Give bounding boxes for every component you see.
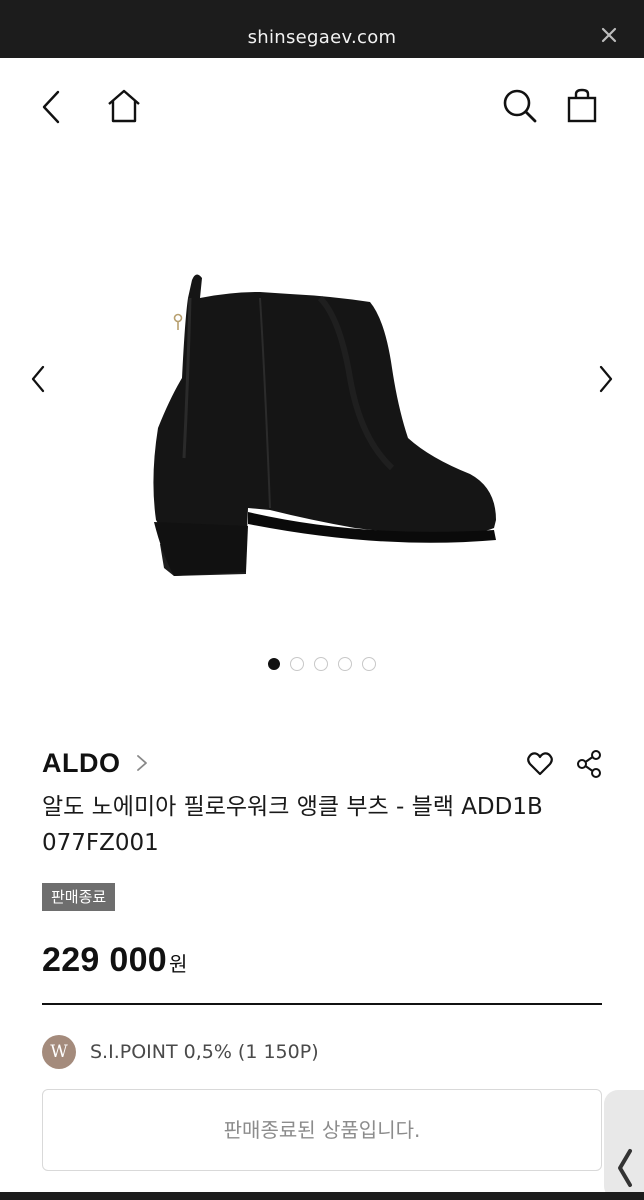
product-image-carousel[interactable] xyxy=(0,158,644,698)
status-badge: 판매종료 xyxy=(42,883,116,911)
carousel-dot[interactable] xyxy=(268,658,280,670)
shopping-bag-icon[interactable] xyxy=(566,88,598,124)
bottom-bar xyxy=(0,1192,644,1200)
search-icon[interactable] xyxy=(502,88,538,124)
brand-link[interactable]: ALDO xyxy=(42,743,149,783)
prev-image-arrow[interactable] xyxy=(28,363,48,395)
divider xyxy=(42,1003,602,1005)
close-icon[interactable] xyxy=(600,26,618,44)
carousel-dot[interactable] xyxy=(338,657,352,671)
brand-name[interactable]: ALDO xyxy=(42,748,121,779)
price: 229 000 원 xyxy=(42,941,187,980)
product-image[interactable] xyxy=(130,258,510,588)
top-navigation xyxy=(0,58,644,158)
share-icon[interactable] xyxy=(576,749,602,779)
next-image-arrow[interactable] xyxy=(596,363,616,395)
price-amount: 229 000 xyxy=(42,941,168,979)
edge-panel-handle[interactable] xyxy=(604,1090,644,1200)
browser-address-bar: shinsegaev.com xyxy=(0,0,644,58)
points-info: W S.I.POINT 0,5% (1 150P) xyxy=(42,1035,319,1069)
points-logo: W xyxy=(42,1035,76,1069)
carousel-pagination xyxy=(0,657,644,671)
carousel-dot[interactable] xyxy=(290,657,304,671)
heart-icon[interactable] xyxy=(526,751,554,777)
browser-url[interactable]: shinsegaev.com xyxy=(0,0,644,58)
product-title: 알도 노에미아 필로우워크 앵클 부츠 - 블랙 ADD1B 077FZ001 xyxy=(42,794,543,856)
back-icon[interactable] xyxy=(40,90,62,124)
carousel-dot[interactable] xyxy=(362,657,376,671)
chevron-right-icon[interactable] xyxy=(135,753,149,773)
home-icon[interactable] xyxy=(106,88,142,124)
sold-out-button: 판매종료된 상품입니다. xyxy=(42,1089,602,1171)
price-currency: 원 xyxy=(169,952,188,976)
points-text: S.I.POINT 0,5% (1 150P) xyxy=(90,1041,319,1063)
chevron-left-icon xyxy=(618,1149,632,1187)
carousel-dot[interactable] xyxy=(314,657,328,671)
